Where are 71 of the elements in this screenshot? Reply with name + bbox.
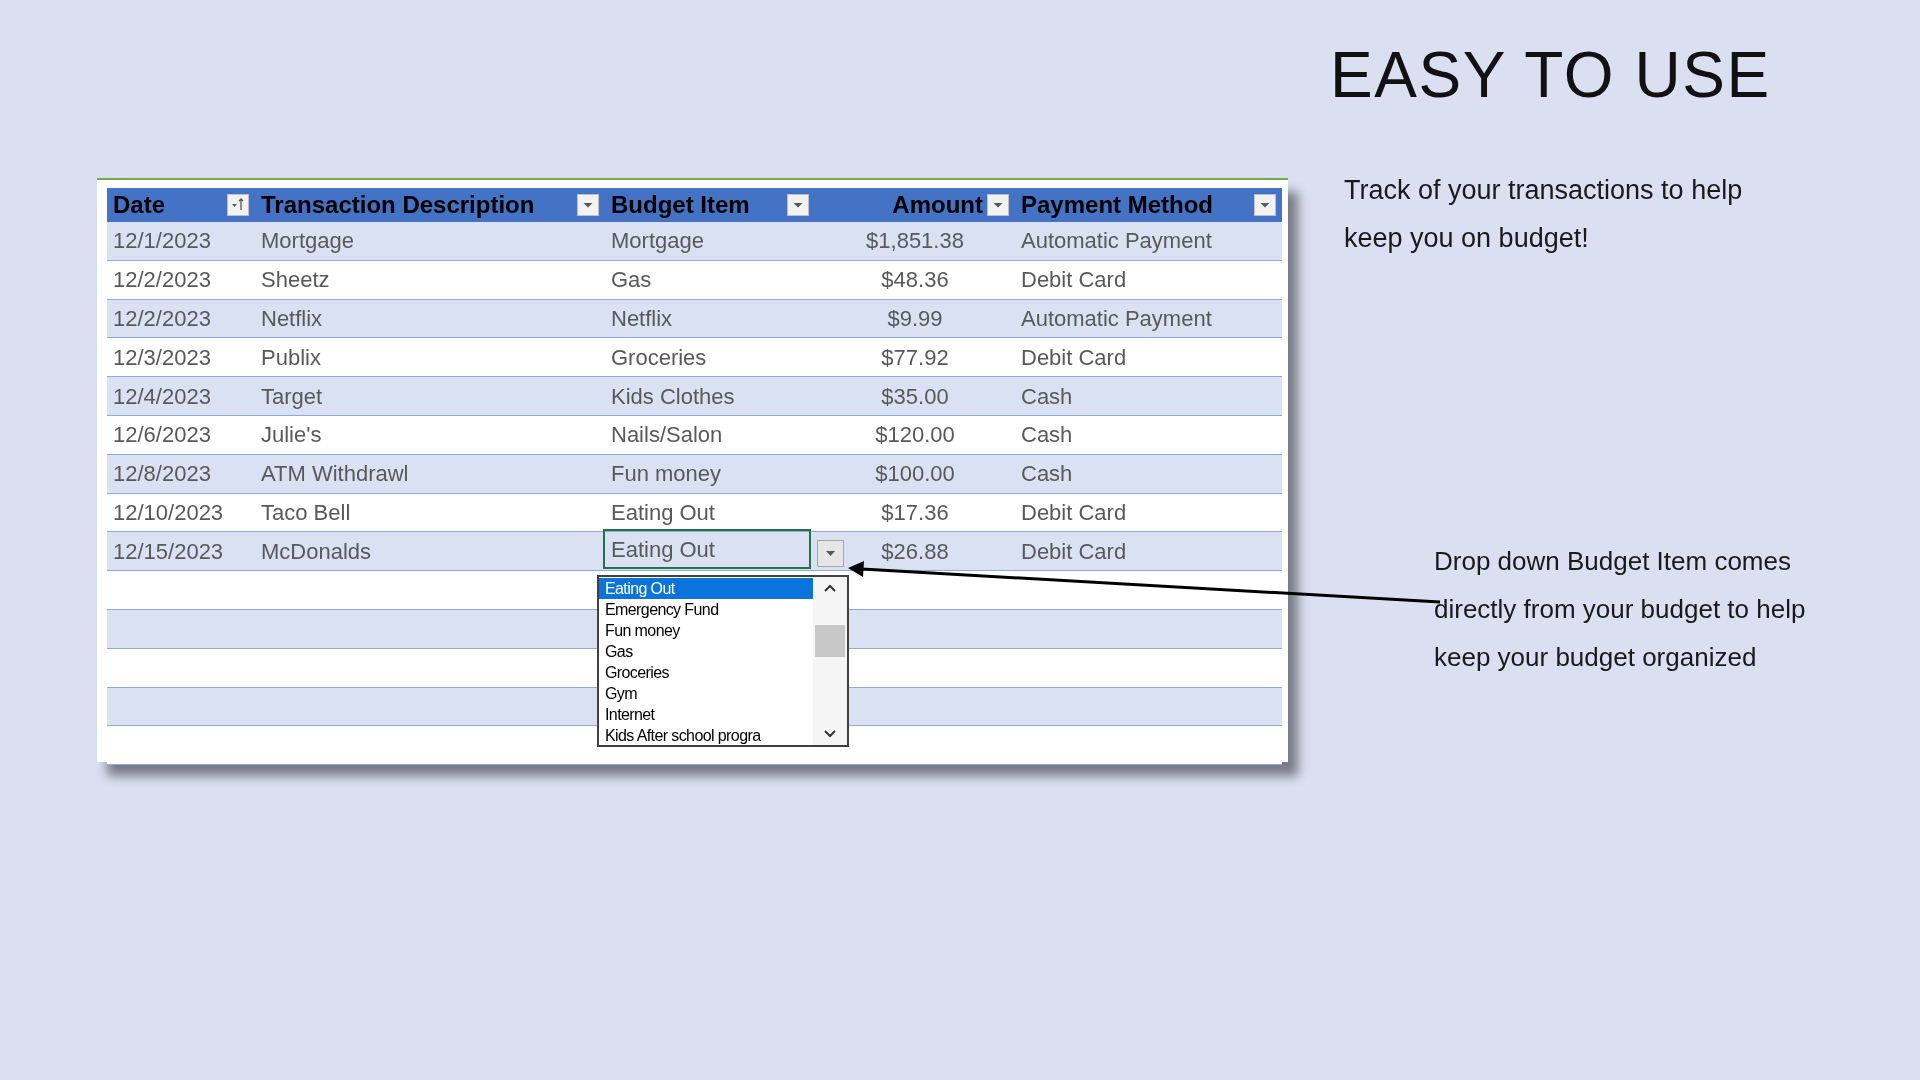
table-cell-text: Mortgage: [261, 227, 354, 256]
table-cell-text: $48.36: [881, 266, 949, 295]
sort-filter-icon[interactable]: [227, 194, 249, 216]
table-cell-text: Fun money: [611, 460, 722, 489]
table-cell-text: 12/3/2023: [113, 343, 211, 372]
table-cell-text: $9.99: [887, 305, 943, 333]
table-cell-text: $17.36: [881, 498, 949, 527]
filter-dropdown-icon[interactable]: [1254, 194, 1276, 216]
dropdown-option[interactable]: Eating Out: [599, 578, 813, 599]
table-cell-text: Mortgage: [611, 227, 704, 256]
table-cell-text: Netflix: [261, 305, 323, 333]
dropdown-note: Drop down Budget Item comes directly from your budget to help keep your budget organized: [1434, 545, 1807, 674]
table-cell-text: Automatic Payment: [1021, 305, 1212, 333]
table-cell-text: Julie's: [261, 421, 322, 450]
table-cell-text: $77.92: [881, 343, 949, 372]
column-header: Budget Item: [611, 190, 750, 220]
table-cell-text: Netflix: [611, 305, 673, 333]
table-cell-text: ATM Withdrawl: [261, 460, 409, 489]
table-cell-text: 12/1/2023: [113, 227, 211, 256]
table-cell-text: Debit Card: [1021, 498, 1127, 527]
table-cell-text: Eating Out: [611, 498, 715, 527]
chevron-up-icon[interactable]: [823, 583, 837, 593]
table-cell-text: Gas: [611, 266, 652, 295]
dropdown-option[interactable]: Emergency Fund: [599, 599, 813, 620]
scrollbar-thumb[interactable]: [815, 625, 845, 657]
table-cell-text: Debit Card: [1021, 343, 1127, 372]
table-cell-text: Target: [261, 382, 323, 411]
table-cell-text: $35.00: [881, 382, 949, 411]
dropdown-option[interactable]: Groceries: [599, 662, 813, 683]
table-cell-text: Publix: [261, 343, 321, 372]
scrollbar[interactable]: [813, 577, 847, 745]
table-cell-text: $1,851.38: [866, 227, 964, 256]
dropdown-option[interactable]: Gas: [599, 641, 813, 662]
column-header: Payment Method: [1021, 190, 1214, 220]
table-cell-text: Debit Card: [1021, 266, 1127, 295]
table-cell-text: $120.00: [875, 421, 955, 450]
table-cell-text: 12/8/2023: [113, 460, 211, 489]
table-cell-text: Cash: [1021, 382, 1073, 411]
table-cell-text: 12/4/2023: [113, 382, 211, 411]
table-cell-text: $100.00: [875, 460, 955, 489]
table-cell-text: Groceries: [611, 343, 707, 372]
filter-dropdown-icon[interactable]: [577, 194, 599, 216]
dropdown-arrow-button[interactable]: [817, 540, 844, 568]
column-header: Date: [113, 190, 166, 220]
filter-dropdown-icon[interactable]: [987, 194, 1009, 216]
table-cell-text: Sheetz: [261, 266, 330, 295]
table-cell-text: 12/15/2023: [113, 537, 224, 566]
active-cell[interactable]: Eating Out: [603, 529, 811, 570]
dropdown-option[interactable]: Fun money: [599, 620, 813, 641]
dropdown-option[interactable]: Kids After school progra: [599, 725, 813, 746]
dropdown-option[interactable]: Gym: [599, 683, 813, 704]
table-cell-text: 12/2/2023: [113, 266, 211, 295]
intro-note: Track of your transactions to help keep you on budget!: [1344, 174, 1744, 255]
table-cell-text: 12/10/2023: [113, 498, 224, 527]
table-cell-text: Debit Card: [1021, 537, 1127, 566]
table-cell-text: Cash: [1021, 460, 1073, 489]
dropdown-option[interactable]: Internet: [599, 704, 813, 725]
table-cell-text: Taco Bell: [261, 498, 351, 527]
slide-title: EASY TO USE: [1330, 38, 1771, 113]
column-header: Transaction Description: [261, 190, 535, 220]
table-cell-text: 12/2/2023: [113, 305, 211, 333]
table-cell-text: 12/6/2023: [113, 421, 211, 450]
column-header: Amount: [892, 190, 983, 220]
table-cell-text: Nails/Salon: [611, 421, 723, 450]
table-cell-text: Automatic Payment: [1021, 227, 1212, 256]
table-cell-text: $26.88: [881, 537, 949, 566]
chevron-down-icon[interactable]: [823, 729, 837, 739]
table-cell-text: Kids Clothes: [611, 382, 735, 411]
filter-dropdown-icon[interactable]: [787, 194, 809, 216]
table-cell-text: McDonalds: [261, 537, 372, 566]
table-cell-text: Cash: [1021, 421, 1073, 450]
